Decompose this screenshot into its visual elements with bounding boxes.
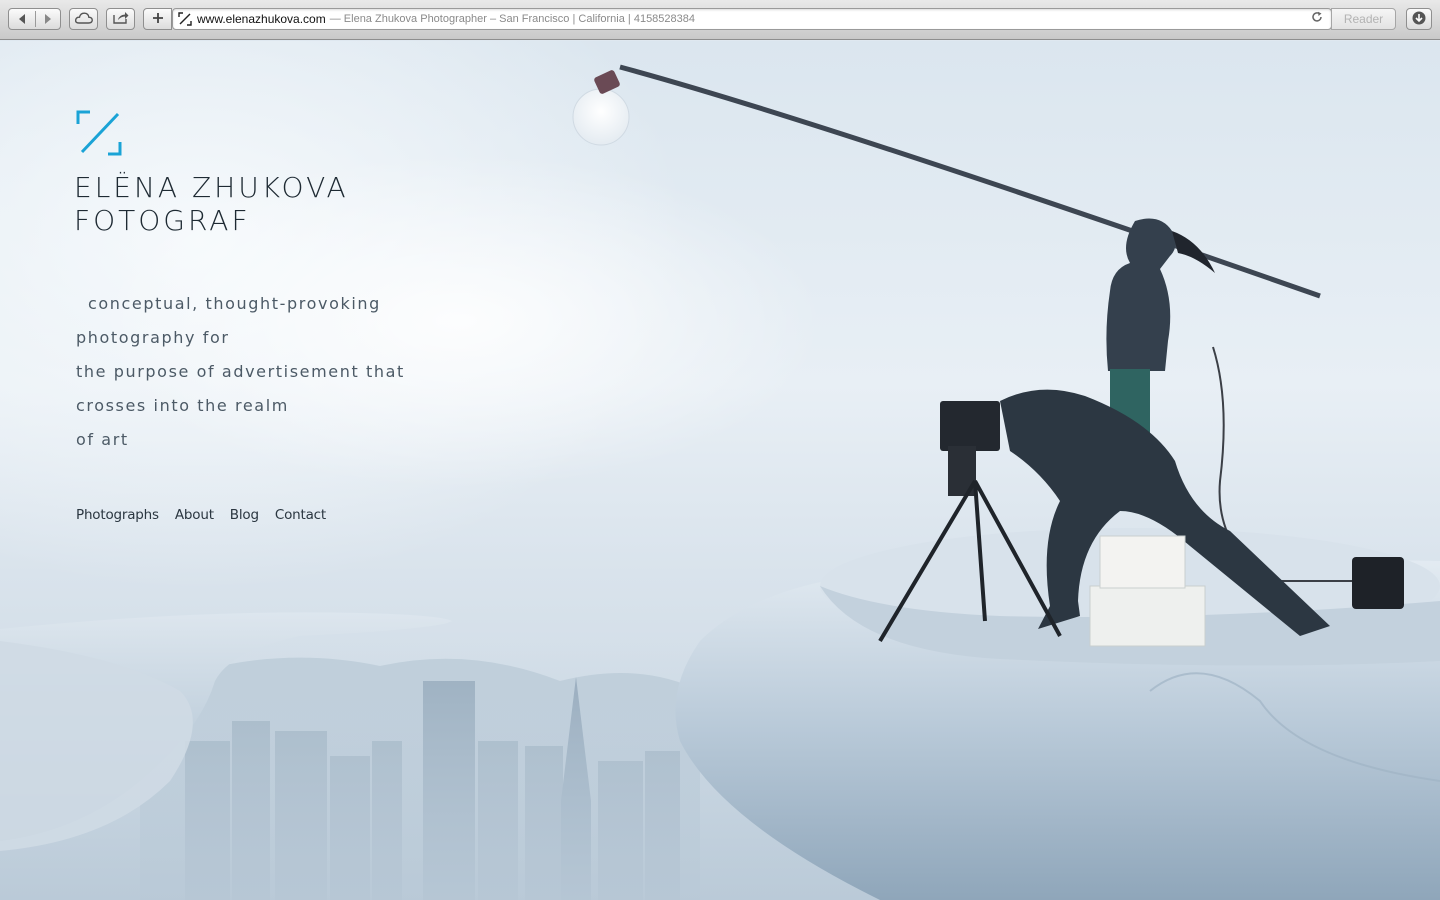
logo-mark-icon[interactable] bbox=[76, 110, 122, 156]
nav-link-contact[interactable]: Contact bbox=[275, 507, 326, 523]
plus-icon bbox=[152, 12, 164, 27]
nav-link-photographs[interactable]: Photographs bbox=[76, 507, 159, 523]
reload-icon[interactable] bbox=[1311, 11, 1323, 26]
main-nav: Photographs About Blog Contact bbox=[76, 507, 326, 523]
icloud-tabs-button[interactable] bbox=[69, 8, 98, 30]
reader-button[interactable]: Reader bbox=[1331, 8, 1396, 30]
tagline-line: photography for bbox=[76, 328, 230, 347]
tagline-line: of art bbox=[76, 430, 129, 449]
logo-subtitle[interactable]: FOTOGRAF bbox=[74, 204, 251, 237]
back-forward-group bbox=[8, 8, 61, 30]
back-arrow-icon[interactable] bbox=[17, 13, 27, 28]
cloud-icon bbox=[74, 11, 93, 27]
url-text: www.elenazhukova.com bbox=[197, 12, 326, 26]
share-icon bbox=[112, 11, 129, 27]
forward-arrow-icon[interactable] bbox=[43, 13, 53, 28]
site-favicon-icon bbox=[178, 12, 192, 26]
tagline: conceptual, thought-provoking photograph… bbox=[76, 289, 405, 459]
logo-name[interactable]: ELËNA ZHUKOVA bbox=[74, 171, 349, 204]
web-page: ELËNA ZHUKOVA FOTOGRAF conceptual, thoug… bbox=[0, 41, 1440, 900]
tagline-line: conceptual, thought-provoking bbox=[88, 294, 381, 313]
downloads-button[interactable] bbox=[1406, 8, 1432, 30]
nav-link-blog[interactable]: Blog bbox=[230, 507, 259, 523]
hero-photo bbox=[0, 64, 1440, 900]
download-icon bbox=[1412, 11, 1426, 28]
new-tab-button[interactable] bbox=[143, 8, 172, 30]
browser-toolbar: www.elenazhukova.com — Elena Zhukova Pho… bbox=[0, 0, 1440, 40]
tagline-line: the purpose of advertisement that bbox=[76, 362, 405, 381]
page-title-text: — Elena Zhukova Photographer – San Franc… bbox=[329, 13, 696, 25]
nav-link-about[interactable]: About bbox=[175, 507, 214, 523]
share-button[interactable] bbox=[106, 8, 135, 30]
tagline-line: crosses into the realm bbox=[76, 396, 289, 415]
address-bar[interactable]: www.elenazhukova.com — Elena Zhukova Pho… bbox=[172, 8, 1332, 30]
